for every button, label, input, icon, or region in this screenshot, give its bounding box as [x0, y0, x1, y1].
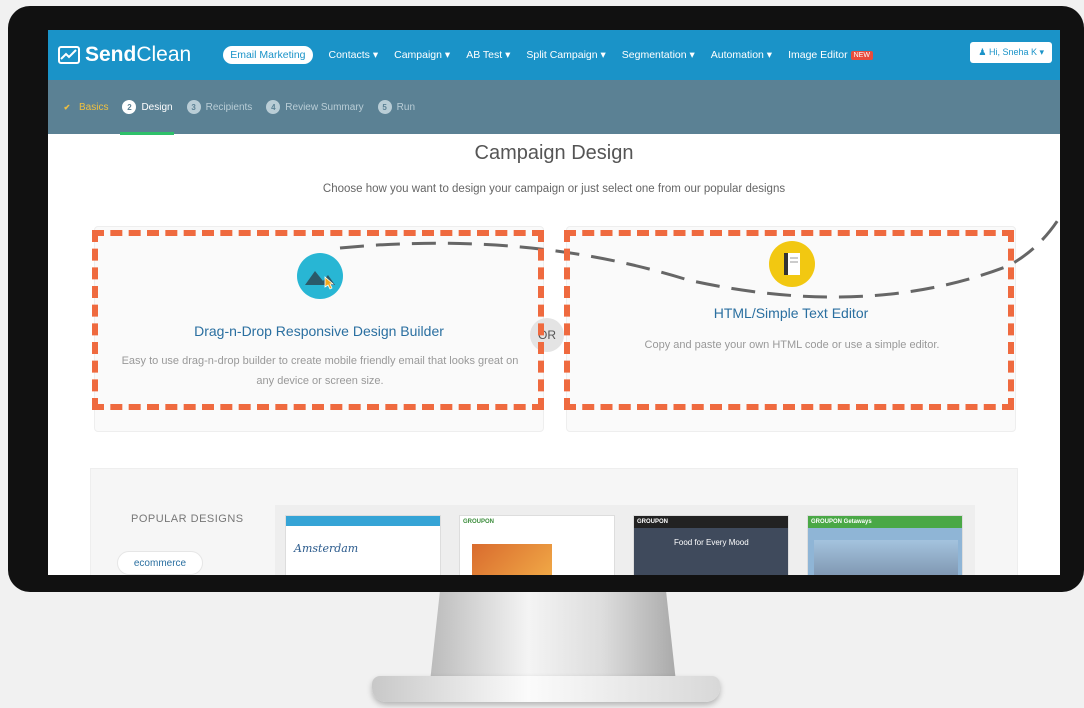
- design-thumbnails: Amsterdam GROUPON GROUPON Food for Every …: [275, 505, 975, 575]
- popular-designs-panel: POPULAR DESIGNS ecommerce Amsterdam GROU…: [90, 468, 1018, 575]
- monitor-frame: Send Clean Email Marketing Contacts ▾ Cam…: [8, 6, 1084, 592]
- screen: Send Clean Email Marketing Contacts ▾ Cam…: [48, 30, 1060, 575]
- thumb-label: GROUPON: [634, 516, 788, 528]
- highlight-box: [92, 230, 544, 410]
- popular-designs-label: POPULAR DESIGNS: [131, 513, 244, 525]
- monitor-stand: [430, 592, 676, 682]
- design-thumbnail[interactable]: GROUPON Getaways: [807, 515, 963, 575]
- category-ecommerce-button[interactable]: ecommerce: [117, 551, 203, 575]
- monitor-base: [372, 676, 720, 702]
- thumb-label: GROUPON Getaways: [808, 516, 962, 528]
- design-thumbnail[interactable]: GROUPON Food for Every Mood: [633, 515, 789, 575]
- design-thumbnail[interactable]: GROUPON: [459, 515, 615, 575]
- thumb-sublabel: Food for Every Mood: [674, 538, 749, 547]
- design-thumbnail[interactable]: Amsterdam: [285, 515, 441, 575]
- thumb-label: Amsterdam: [294, 542, 359, 555]
- thumb-label: GROUPON: [463, 519, 495, 525]
- highlight-box: [564, 230, 1014, 410]
